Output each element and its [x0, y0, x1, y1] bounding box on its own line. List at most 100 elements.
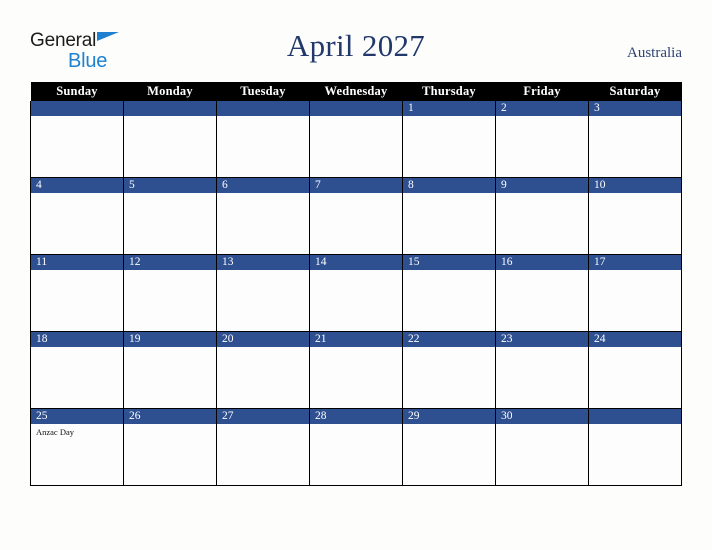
calendar-day-cell[interactable] [588, 408, 682, 486]
day-events [403, 347, 495, 350]
calendar-day-cell[interactable]: 11 [30, 254, 124, 332]
day-cell-content: 13 [217, 255, 309, 331]
calendar-day-cell[interactable]: 7 [309, 177, 403, 255]
calendar-day-cell[interactable]: 22 [402, 331, 496, 409]
calendar-day-cell[interactable]: 10 [588, 177, 682, 255]
calendar-day-cell[interactable]: 16 [495, 254, 589, 332]
calendar-day-cell[interactable]: 14 [309, 254, 403, 332]
day-cell-content: 22 [403, 332, 495, 408]
day-cell-content [124, 101, 216, 177]
day-cell-content: 18 [31, 332, 123, 408]
calendar-day-cell[interactable]: 13 [216, 254, 310, 332]
day-events [310, 347, 402, 350]
day-cell-content: 21 [310, 332, 402, 408]
date-number: 30 [496, 409, 588, 424]
day-events [31, 270, 123, 273]
date-number: 7 [310, 178, 402, 193]
day-cell-content: 2 [496, 101, 588, 177]
date-number: 18 [31, 332, 123, 347]
calendar-day-cell[interactable]: 6 [216, 177, 310, 255]
date-number: 11 [31, 255, 123, 270]
day-cell-content: 1 [403, 101, 495, 177]
calendar-week-row: 11 12 13 14 15 16 17 [30, 254, 682, 332]
day-cell-content: 12 [124, 255, 216, 331]
calendar-day-cell[interactable]: 8 [402, 177, 496, 255]
calendar-day-cell[interactable]: 24 [588, 331, 682, 409]
page-title: April 2027 [286, 28, 426, 63]
date-number: 26 [124, 409, 216, 424]
weekday-header-row: Sunday Monday Tuesday Wednesday Thursday Frid… [30, 82, 682, 101]
calendar-day-cell[interactable]: 18 [30, 331, 124, 409]
weekday-header-tuesday: Tuesday [216, 82, 310, 101]
calendar-week-row: 123 [30, 101, 682, 178]
calendar-day-cell[interactable]: 25 Anzac Day [30, 408, 124, 486]
day-events [217, 116, 309, 119]
day-cell-content: 16 [496, 255, 588, 331]
calendar-day-cell[interactable]: 5 [123, 177, 217, 255]
day-events [124, 270, 216, 273]
weekday-header-sunday: Sunday [30, 82, 124, 101]
date-number: 17 [589, 255, 681, 270]
calendar-day-cell[interactable]: 30 [495, 408, 589, 486]
day-events [589, 424, 681, 427]
calendar-day-cell[interactable] [30, 101, 124, 178]
day-events [403, 270, 495, 273]
date-number [310, 101, 402, 116]
calendar-day-cell[interactable]: 20 [216, 331, 310, 409]
calendar-day-cell[interactable]: 29 [402, 408, 496, 486]
day-events [496, 116, 588, 119]
calendar-day-cell[interactable]: 1 [402, 101, 496, 178]
calendar-day-cell[interactable]: 23 [495, 331, 589, 409]
day-cell-content: 8 [403, 178, 495, 254]
day-cell-content: 6 [217, 178, 309, 254]
calendar-day-cell[interactable]: 27 [216, 408, 310, 486]
date-number: 9 [496, 178, 588, 193]
day-cell-content: 26 [124, 409, 216, 485]
date-number: 28 [310, 409, 402, 424]
calendar-day-cell[interactable]: 4 [30, 177, 124, 255]
day-cell-content: 28 [310, 409, 402, 485]
calendar-day-cell[interactable]: 21 [309, 331, 403, 409]
calendar-body: 1 2 3 4 5 6 7 8 9 10 11 12 13 14 15 16 17 18 19 20 21 22 23 24 2… [30, 101, 682, 486]
day-events [589, 193, 681, 196]
day-events [589, 116, 681, 119]
calendar-day-cell[interactable] [309, 101, 403, 178]
day-events [217, 270, 309, 273]
day-events [403, 116, 495, 119]
date-number: 1 [403, 101, 495, 116]
calendar-day-cell[interactable]: 17 [588, 254, 682, 332]
date-number: 2 [496, 101, 588, 116]
calendar-day-cell[interactable]: 26 [123, 408, 217, 486]
day-cell-content: 14 [310, 255, 402, 331]
calendar-day-cell[interactable]: 9 [495, 177, 589, 255]
date-number [124, 101, 216, 116]
calendar-day-cell[interactable]: 3 [588, 101, 682, 178]
date-number: 5 [124, 178, 216, 193]
day-events [496, 270, 588, 273]
calendar-day-cell[interactable]: 28 [309, 408, 403, 486]
day-events [310, 270, 402, 273]
calendar-day-cell[interactable]: 15 [402, 254, 496, 332]
day-cell-content: 25 Anzac Day [31, 409, 123, 485]
calendar-grid: Sunday Monday Tuesday Wednesday Thursday Frid… [30, 82, 682, 486]
calendar-page: General Blue April 2027 Australia Sunday… [0, 0, 712, 550]
day-events [124, 116, 216, 119]
date-number: 13 [217, 255, 309, 270]
calendar-day-cell[interactable]: 12 [123, 254, 217, 332]
day-cell-content: 17 [589, 255, 681, 331]
calendar-day-cell[interactable]: 2 [495, 101, 589, 178]
calendar-day-cell[interactable] [123, 101, 217, 178]
date-number: 3 [589, 101, 681, 116]
day-events [124, 347, 216, 350]
date-number: 20 [217, 332, 309, 347]
date-number: 23 [496, 332, 588, 347]
weekday-header-wednesday: Wednesday [309, 82, 403, 101]
day-events [31, 347, 123, 350]
date-number: 27 [217, 409, 309, 424]
day-cell-content: 15 [403, 255, 495, 331]
calendar-day-cell[interactable]: 19 [123, 331, 217, 409]
date-number: 12 [124, 255, 216, 270]
day-cell-content: 29 [403, 409, 495, 485]
day-cell-content [589, 409, 681, 485]
calendar-day-cell[interactable] [216, 101, 310, 178]
